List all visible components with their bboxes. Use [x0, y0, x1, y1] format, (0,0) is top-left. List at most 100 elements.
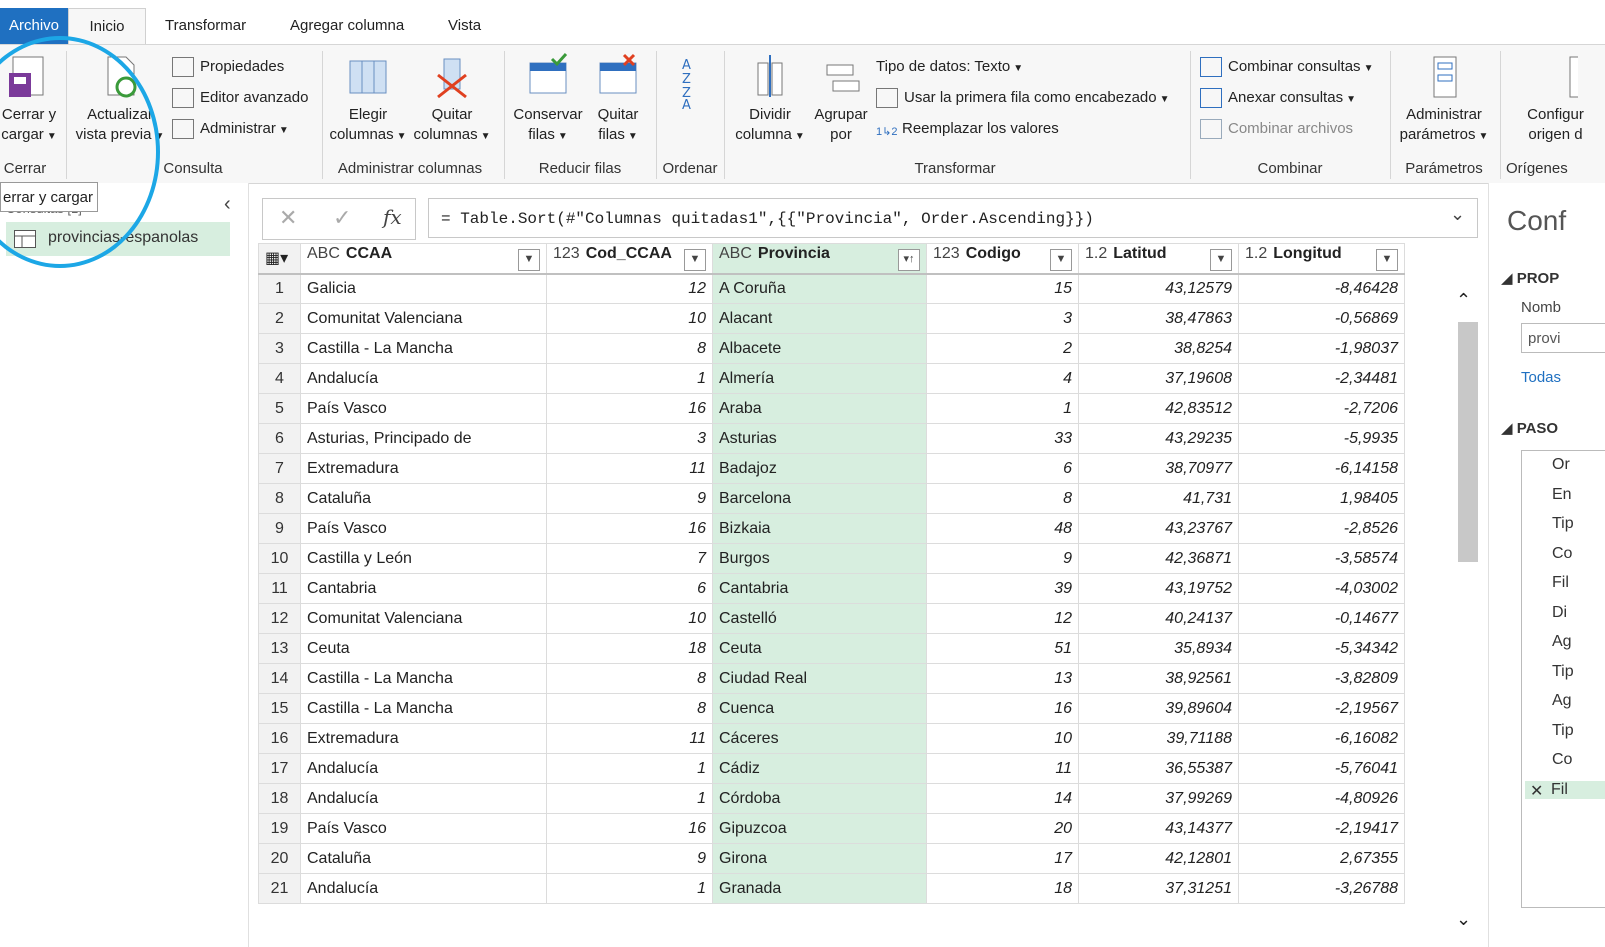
cell-codigo[interactable]: 33	[926, 423, 1079, 454]
cell-latitud[interactable]: 37,19608	[1078, 363, 1239, 394]
cell-provincia[interactable]: Alacant	[712, 303, 927, 334]
row-number[interactable]: 11	[258, 573, 301, 604]
cell-ccaa[interactable]: Castilla - La Mancha	[300, 333, 547, 364]
cell-cod_ccaa[interactable]: 18	[546, 633, 713, 664]
scrollbar-thumb[interactable]	[1458, 322, 1478, 562]
applied-step[interactable]: Ag	[1552, 633, 1572, 651]
cell-provincia[interactable]: Córdoba	[712, 783, 927, 814]
cell-longitud[interactable]: -6,14158	[1238, 453, 1405, 484]
tab-add-column[interactable]: Agregar columna	[290, 8, 404, 44]
column-type-icon[interactable]: ABC	[719, 245, 752, 262]
applied-step[interactable]: En	[1552, 486, 1572, 504]
cell-codigo[interactable]: 18	[926, 873, 1079, 904]
cell-cod_ccaa[interactable]: 11	[546, 723, 713, 754]
cell-ccaa[interactable]: Castilla - La Mancha	[300, 663, 547, 694]
manage-button[interactable]: Administrar ▼	[172, 117, 289, 141]
table-corner-icon[interactable]: ▦▾	[258, 243, 301, 275]
cell-ccaa[interactable]: Galicia	[300, 273, 547, 304]
row-number[interactable]: 7	[258, 453, 301, 484]
remove-columns-button[interactable]: Quitar columnas ▼	[412, 53, 492, 147]
cell-provincia[interactable]: Castelló	[712, 603, 927, 634]
use-first-row-button[interactable]: Usar la primera fila como encabezado ▼	[876, 86, 1170, 110]
properties-button[interactable]: Propiedades	[172, 55, 284, 79]
cell-cod_ccaa[interactable]: 8	[546, 333, 713, 364]
cell-cod_ccaa[interactable]: 9	[546, 843, 713, 874]
cell-longitud[interactable]: -5,9935	[1238, 423, 1405, 454]
cell-latitud[interactable]: 43,19752	[1078, 573, 1239, 604]
cell-codigo[interactable]: 12	[926, 603, 1079, 634]
tab-view[interactable]: Vista	[448, 8, 481, 44]
cell-latitud[interactable]: 40,24137	[1078, 603, 1239, 634]
cell-cod_ccaa[interactable]: 3	[546, 423, 713, 454]
cell-ccaa[interactable]: País Vasco	[300, 813, 547, 844]
split-column-button[interactable]: Dividir columna ▼	[730, 53, 810, 147]
cell-codigo[interactable]: 20	[926, 813, 1079, 844]
properties-header[interactable]: ◢ PROP	[1501, 269, 1559, 287]
cell-codigo[interactable]: 1	[926, 393, 1079, 424]
cell-ccaa[interactable]: Extremadura	[300, 723, 547, 754]
row-number[interactable]: 1	[258, 273, 301, 304]
row-number[interactable]: 19	[258, 813, 301, 844]
cell-latitud[interactable]: 38,47863	[1078, 303, 1239, 334]
applied-step[interactable]: Ag	[1552, 692, 1572, 710]
sort-buttons[interactable]: AZZA	[680, 53, 704, 113]
column-header-ccaa[interactable]: ABC CCAA ▼	[300, 243, 547, 275]
cell-longitud[interactable]: -4,03002	[1238, 573, 1405, 604]
cell-provincia[interactable]: Cuenca	[712, 693, 927, 724]
cell-longitud[interactable]: -0,56869	[1238, 303, 1405, 334]
keep-rows-button[interactable]: Conservar filas ▼	[510, 52, 586, 147]
row-number[interactable]: 3	[258, 333, 301, 364]
cell-latitud[interactable]: 42,12801	[1078, 843, 1239, 874]
group-by-button[interactable]: Agrupar por	[810, 53, 872, 145]
cell-codigo[interactable]: 8	[926, 483, 1079, 514]
cell-provincia[interactable]: Albacete	[712, 333, 927, 364]
merge-queries-button[interactable]: Combinar consultas ▼	[1200, 55, 1373, 79]
cell-longitud[interactable]: -2,19417	[1238, 813, 1405, 844]
advanced-editor-button[interactable]: Editor avanzado	[172, 86, 308, 110]
filter-dropdown-icon[interactable]: ▼	[1210, 249, 1232, 272]
cell-provincia[interactable]: Bizkaia	[712, 513, 927, 544]
cell-longitud[interactable]: -2,34481	[1238, 363, 1405, 394]
cell-codigo[interactable]: 4	[926, 363, 1079, 394]
cell-longitud[interactable]: -4,80926	[1238, 783, 1405, 814]
cell-cod_ccaa[interactable]: 11	[546, 453, 713, 484]
combine-files-button[interactable]: Combinar archivos	[1200, 117, 1353, 141]
filter-dropdown-icon[interactable]: ▼	[1050, 249, 1072, 272]
collapse-pane-icon[interactable]: ‹	[224, 193, 231, 216]
row-number[interactable]: 9	[258, 513, 301, 544]
cell-latitud[interactable]: 43,29235	[1078, 423, 1239, 454]
cell-ccaa[interactable]: Extremadura	[300, 453, 547, 484]
cell-longitud[interactable]: -2,8526	[1238, 513, 1405, 544]
row-number[interactable]: 18	[258, 783, 301, 814]
applied-step[interactable]: Co	[1552, 545, 1572, 563]
cell-codigo[interactable]: 10	[926, 723, 1079, 754]
cell-cod_ccaa[interactable]: 10	[546, 603, 713, 634]
manage-parameters-button[interactable]: Administrar parámetros ▼	[1396, 53, 1492, 147]
cell-longitud[interactable]: -2,19567	[1238, 693, 1405, 724]
append-queries-button[interactable]: Anexar consultas ▼	[1200, 86, 1356, 110]
cell-ccaa[interactable]: País Vasco	[300, 393, 547, 424]
function-icon[interactable]: fx	[383, 205, 402, 229]
cell-cod_ccaa[interactable]: 1	[546, 873, 713, 904]
cell-latitud[interactable]: 37,99269	[1078, 783, 1239, 814]
row-number[interactable]: 14	[258, 663, 301, 694]
column-header-latitud[interactable]: 1.2 Latitud ▼	[1078, 243, 1239, 275]
row-number[interactable]: 21	[258, 873, 301, 904]
filter-dropdown-icon[interactable]: ▼	[518, 249, 540, 272]
cell-cod_ccaa[interactable]: 1	[546, 363, 713, 394]
cell-ccaa[interactable]: Andalucía	[300, 363, 547, 394]
delete-step-icon[interactable]: ✕	[1530, 781, 1543, 801]
data-type-button[interactable]: Tipo de datos: Texto ▼	[876, 55, 1023, 79]
applied-steps-header[interactable]: ◢ PASO	[1501, 419, 1558, 437]
column-header-codigo[interactable]: 123 Codigo ▼	[926, 243, 1079, 275]
cell-ccaa[interactable]: Andalucía	[300, 783, 547, 814]
row-number[interactable]: 5	[258, 393, 301, 424]
cell-ccaa[interactable]: País Vasco	[300, 513, 547, 544]
cell-codigo[interactable]: 15	[926, 273, 1079, 304]
cell-latitud[interactable]: 35,8934	[1078, 633, 1239, 664]
column-type-icon[interactable]: ABC	[307, 245, 340, 262]
formula-bar[interactable]: = Table.Sort(#"Columnas quitadas1",{{"Pr…	[428, 198, 1478, 238]
row-number[interactable]: 4	[258, 363, 301, 394]
expand-formula-icon[interactable]: ⌄	[1450, 204, 1465, 225]
all-properties-link[interactable]: Todas	[1521, 369, 1561, 386]
